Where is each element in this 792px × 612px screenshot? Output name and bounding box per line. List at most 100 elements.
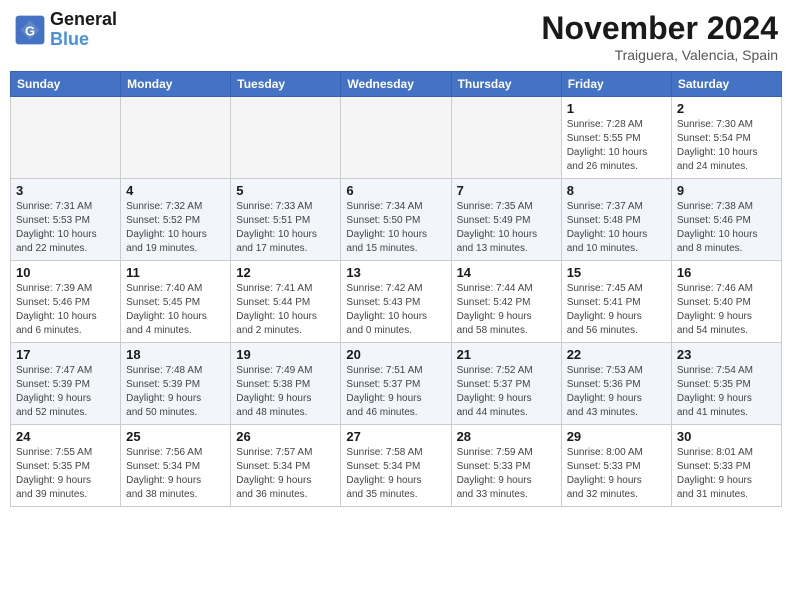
calendar-week-row: 1Sunrise: 7:28 AMSunset: 5:55 PMDaylight… <box>11 97 782 179</box>
day-info: Sunrise: 7:38 AMSunset: 5:46 PMDaylight:… <box>677 200 776 256</box>
day-number: 11 <box>126 265 225 280</box>
calendar-day-cell: 7Sunrise: 7:35 AMSunset: 5:49 PMDaylight… <box>451 179 561 261</box>
weekday-header-monday: Monday <box>121 72 231 97</box>
weekday-header-sunday: Sunday <box>11 72 121 97</box>
logo-text: GeneralBlue <box>50 10 117 50</box>
day-info: Sunrise: 7:30 AMSunset: 5:54 PMDaylight:… <box>677 118 776 174</box>
weekday-header-thursday: Thursday <box>451 72 561 97</box>
calendar-day-cell: 18 Sunrise: 7:48 AMSunset: 5:39 PMDayligh… <box>121 343 231 425</box>
day-number: 24 <box>16 429 115 444</box>
calendar-day-cell: 15Sunrise: 7:45 AMSunset: 5:41 PMDayligh… <box>561 261 671 343</box>
day-number: 26 <box>236 429 335 444</box>
day-number: 14 <box>457 265 556 280</box>
day-info: Sunrise: 7:52 AMSunset: 5:37 PMDaylight:… <box>457 364 556 420</box>
day-info: Sunrise: 7:32 AMSunset: 5:52 PMDaylight:… <box>126 200 225 256</box>
day-number: 9 <box>677 183 776 198</box>
day-number: 12 <box>236 265 335 280</box>
calendar-day-cell: 10 Sunrise: 7:39 AMSunset: 5:46 PMDayligh… <box>11 261 121 343</box>
day-info: Sunrise: 7:39 AMSunset: 5:46 PMDaylight:… <box>16 282 115 338</box>
logo: G GeneralBlue <box>14 10 117 50</box>
calendar-day-cell: 13Sunrise: 7:42 AMSunset: 5:43 PMDayligh… <box>341 261 451 343</box>
calendar-day-cell: 23 Sunrise: 7:54 AMSunset: 5:35 PMDayligh… <box>671 343 781 425</box>
day-number: 28 <box>457 429 556 444</box>
day-info: Sunrise: 7:58 AMSunset: 5:34 PMDaylight:… <box>346 446 445 502</box>
location-subtitle: Traiguera, Valencia, Spain <box>541 47 778 63</box>
calendar-day-cell: 9 Sunrise: 7:38 AMSunset: 5:46 PMDaylight… <box>671 179 781 261</box>
day-number: 10 <box>16 265 115 280</box>
day-number: 27 <box>346 429 445 444</box>
day-number: 17 <box>16 347 115 362</box>
day-number: 5 <box>236 183 335 198</box>
day-info: Sunrise: 7:45 AMSunset: 5:41 PMDaylight:… <box>567 282 666 338</box>
day-number: 3 <box>16 183 115 198</box>
calendar-day-cell: 12 Sunrise: 7:41 AMSunset: 5:44 PMDayligh… <box>231 261 341 343</box>
calendar-day-cell: 28 Sunrise: 7:59 AMSunset: 5:33 PMDayligh… <box>451 425 561 507</box>
calendar-day-cell: 20Sunrise: 7:51 AMSunset: 5:37 PMDayligh… <box>341 343 451 425</box>
calendar-week-row: 3 Sunrise: 7:31 AMSunset: 5:53 PMDaylight… <box>11 179 782 261</box>
calendar-table: SundayMondayTuesdayWednesdayThursdayFrid… <box>10 71 782 507</box>
title-block: November 2024 Traiguera, Valencia, Spain <box>541 10 778 63</box>
calendar-day-cell: 22 Sunrise: 7:53 AMSunset: 5:36 PMDayligh… <box>561 343 671 425</box>
day-info: Sunrise: 7:31 AMSunset: 5:53 PMDaylight:… <box>16 200 115 256</box>
day-info: Sunrise: 7:53 AMSunset: 5:36 PMDaylight:… <box>567 364 666 420</box>
day-info: Sunrise: 7:47 AMSunset: 5:39 PMDaylight:… <box>16 364 115 420</box>
day-info: Sunrise: 7:46 AMSunset: 5:40 PMDaylight:… <box>677 282 776 338</box>
day-number: 23 <box>677 347 776 362</box>
day-info: Sunrise: 7:55 AMSunset: 5:35 PMDaylight:… <box>16 446 115 502</box>
weekday-header-saturday: Saturday <box>671 72 781 97</box>
day-info: Sunrise: 7:41 AMSunset: 5:44 PMDaylight:… <box>236 282 335 338</box>
day-number: 7 <box>457 183 556 198</box>
calendar-day-cell: 3 Sunrise: 7:31 AMSunset: 5:53 PMDaylight… <box>11 179 121 261</box>
day-number: 6 <box>346 183 445 198</box>
month-year-title: November 2024 <box>541 10 778 47</box>
calendar-day-cell: 4 Sunrise: 7:32 AMSunset: 5:52 PMDaylight… <box>121 179 231 261</box>
day-info: Sunrise: 7:37 AMSunset: 5:48 PMDaylight:… <box>567 200 666 256</box>
day-number: 19 <box>236 347 335 362</box>
day-info: Sunrise: 7:33 AMSunset: 5:51 PMDaylight:… <box>236 200 335 256</box>
day-number: 1 <box>567 101 666 116</box>
calendar-day-cell: 11Sunrise: 7:40 AMSunset: 5:45 PMDayligh… <box>121 261 231 343</box>
day-number: 8 <box>567 183 666 198</box>
weekday-header-tuesday: Tuesday <box>231 72 341 97</box>
day-number: 2 <box>677 101 776 116</box>
calendar-day-cell <box>231 97 341 179</box>
calendar-day-cell: 29 Sunrise: 8:00 AMSunset: 5:33 PMDayligh… <box>561 425 671 507</box>
calendar-week-row: 10 Sunrise: 7:39 AMSunset: 5:46 PMDayligh… <box>11 261 782 343</box>
weekday-header-row: SundayMondayTuesdayWednesdayThursdayFrid… <box>11 72 782 97</box>
calendar-day-cell: 14 Sunrise: 7:44 AMSunset: 5:42 PMDayligh… <box>451 261 561 343</box>
day-info: Sunrise: 7:59 AMSunset: 5:33 PMDaylight:… <box>457 446 556 502</box>
calendar-day-cell: 5 Sunrise: 7:33 AMSunset: 5:51 PMDaylight… <box>231 179 341 261</box>
calendar-day-cell: 24 Sunrise: 7:55 AMSunset: 5:35 PMDayligh… <box>11 425 121 507</box>
day-number: 21 <box>457 347 556 362</box>
calendar-day-cell: 16 Sunrise: 7:46 AMSunset: 5:40 PMDayligh… <box>671 261 781 343</box>
day-info: Sunrise: 7:34 AMSunset: 5:50 PMDaylight:… <box>346 200 445 256</box>
weekday-header-friday: Friday <box>561 72 671 97</box>
day-number: 22 <box>567 347 666 362</box>
day-number: 25 <box>126 429 225 444</box>
day-number: 18 <box>126 347 225 362</box>
calendar-day-cell: 8 Sunrise: 7:37 AMSunset: 5:48 PMDaylight… <box>561 179 671 261</box>
page-header: G GeneralBlue November 2024 Traiguera, V… <box>10 10 782 63</box>
day-info: Sunrise: 8:01 AMSunset: 5:33 PMDaylight:… <box>677 446 776 502</box>
day-info: Sunrise: 7:44 AMSunset: 5:42 PMDaylight:… <box>457 282 556 338</box>
day-info: Sunrise: 7:49 AMSunset: 5:38 PMDaylight:… <box>236 364 335 420</box>
day-number: 4 <box>126 183 225 198</box>
day-info: Sunrise: 7:42 AMSunset: 5:43 PMDaylight:… <box>346 282 445 338</box>
weekday-header-wednesday: Wednesday <box>341 72 451 97</box>
calendar-day-cell: 1Sunrise: 7:28 AMSunset: 5:55 PMDaylight… <box>561 97 671 179</box>
day-info: Sunrise: 7:57 AMSunset: 5:34 PMDaylight:… <box>236 446 335 502</box>
calendar-day-cell: 17 Sunrise: 7:47 AMSunset: 5:39 PMDayligh… <box>11 343 121 425</box>
day-info: Sunrise: 7:54 AMSunset: 5:35 PMDaylight:… <box>677 364 776 420</box>
calendar-day-cell: 6 Sunrise: 7:34 AMSunset: 5:50 PMDaylight… <box>341 179 451 261</box>
calendar-day-cell <box>121 97 231 179</box>
day-info: Sunrise: 8:00 AMSunset: 5:33 PMDaylight:… <box>567 446 666 502</box>
day-info: Sunrise: 7:48 AMSunset: 5:39 PMDaylight:… <box>126 364 225 420</box>
day-number: 29 <box>567 429 666 444</box>
day-number: 16 <box>677 265 776 280</box>
logo-icon: G <box>14 14 46 46</box>
calendar-day-cell: 19 Sunrise: 7:49 AMSunset: 5:38 PMDayligh… <box>231 343 341 425</box>
day-info: Sunrise: 7:51 AMSunset: 5:37 PMDaylight:… <box>346 364 445 420</box>
calendar-day-cell <box>11 97 121 179</box>
calendar-day-cell: 27 Sunrise: 7:58 AMSunset: 5:34 PMDayligh… <box>341 425 451 507</box>
calendar-day-cell: 26 Sunrise: 7:57 AMSunset: 5:34 PMDayligh… <box>231 425 341 507</box>
